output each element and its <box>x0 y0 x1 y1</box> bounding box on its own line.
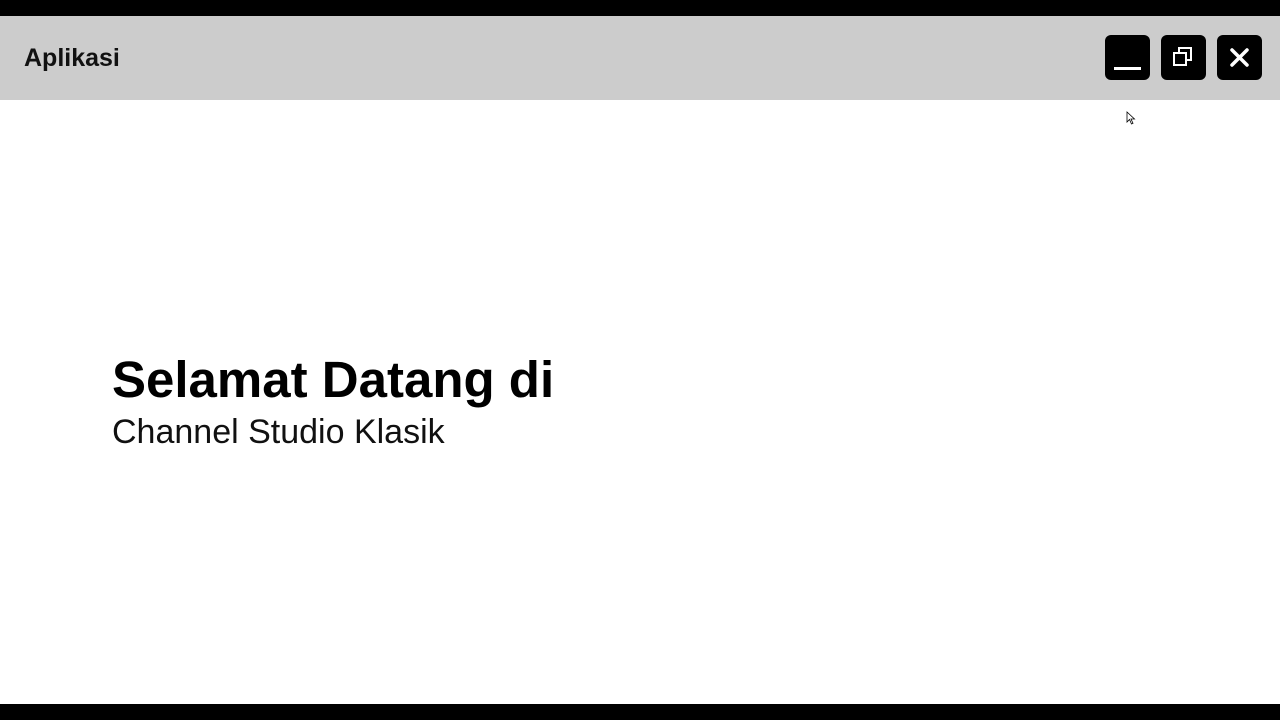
welcome-heading: Selamat Datang di <box>112 351 555 408</box>
welcome-block: Selamat Datang di Channel Studio Klasik <box>112 350 554 454</box>
app-window: Aplikasi Selamat Datang di Channel Studi… <box>0 16 1280 704</box>
minimize-icon <box>1114 67 1141 70</box>
welcome-subheading: Channel Studio Klasik <box>112 413 445 451</box>
letterbox-top <box>0 0 1280 16</box>
close-icon <box>1230 48 1249 67</box>
title-bar[interactable]: Aplikasi <box>0 16 1280 100</box>
minimize-button[interactable] <box>1105 35 1150 80</box>
close-button[interactable] <box>1217 35 1262 80</box>
app-title: Aplikasi <box>24 44 120 72</box>
mouse-cursor-icon <box>1126 111 1136 125</box>
letterbox-bottom <box>0 704 1280 720</box>
restore-button[interactable] <box>1161 35 1206 80</box>
restore-icon <box>1173 47 1192 66</box>
